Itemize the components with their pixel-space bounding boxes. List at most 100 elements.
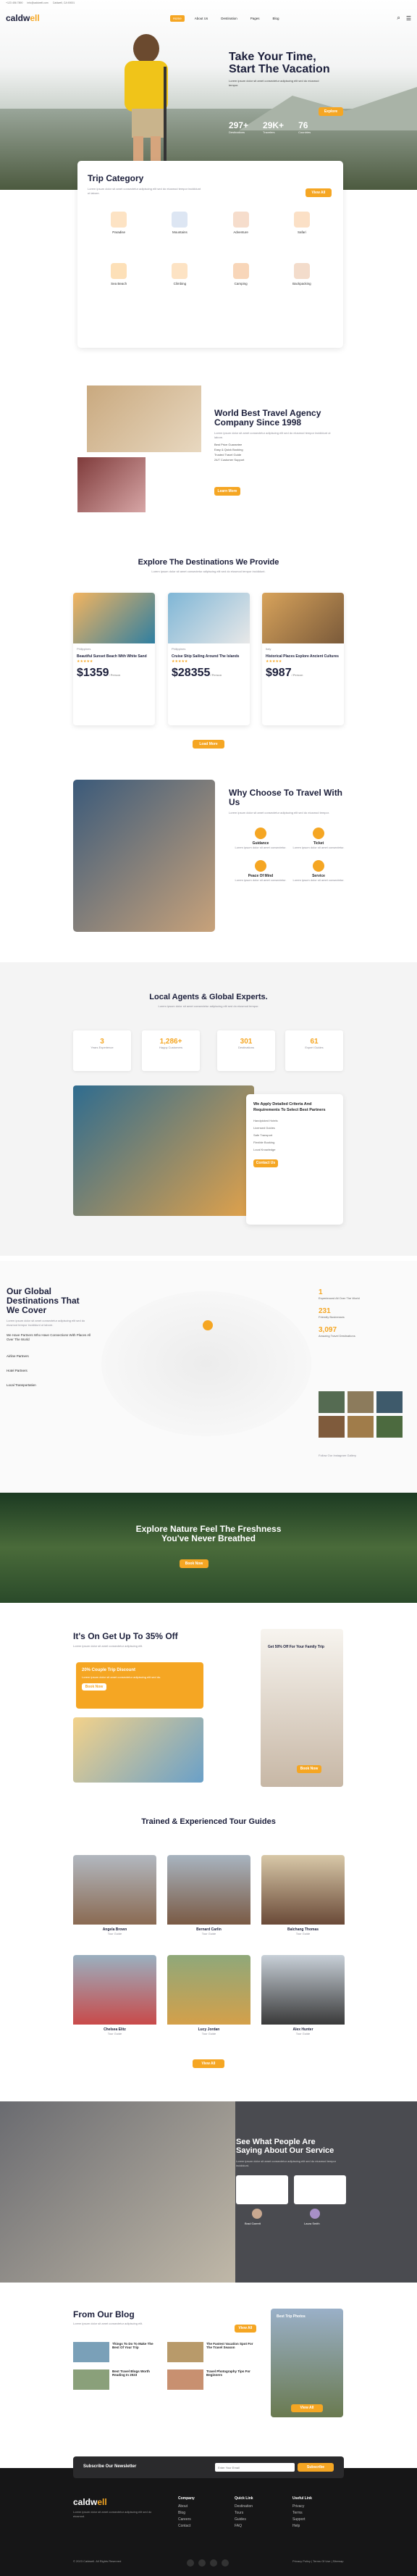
- rating-stars: ★★★★★: [77, 659, 93, 664]
- gallery-image[interactable]: [348, 1391, 374, 1413]
- footer-col-quick: Quick Link Destination Tours Guides FAQ: [235, 2496, 253, 2528]
- promo-button[interactable]: Book Now: [297, 1765, 321, 1773]
- agent-stat: 3 Years Experience: [73, 1030, 131, 1071]
- footer-col-useful: Useful Link Privacy Terms Support Help: [292, 2496, 312, 2528]
- gallery-image[interactable]: [376, 1391, 403, 1413]
- category-item[interactable]: Backpacking: [271, 263, 332, 285]
- blog-image: [167, 2342, 203, 2362]
- nav-about[interactable]: About Us: [192, 15, 211, 22]
- gallery-image[interactable]: [319, 1391, 345, 1413]
- gallery-image[interactable]: [376, 1416, 403, 1438]
- nature-book-button[interactable]: Book Now: [180, 1559, 208, 1568]
- footer-legal: Privacy Policy | Terms Of Use | Sitemap: [292, 2559, 344, 2563]
- blog-header: From Our Blog Lorem ipsum dolor sit amet…: [73, 2310, 143, 2326]
- logo[interactable]: caldwell: [6, 13, 40, 23]
- destination-price: $987/ Person: [266, 667, 303, 679]
- guide-card[interactable]: Bernard Carlin Tour Guide: [167, 1855, 250, 1942]
- category-item[interactable]: Camping: [211, 263, 271, 285]
- destination-image: [262, 593, 344, 643]
- destination-title: Beautiful Sunset Beach With White Sand: [77, 654, 147, 659]
- safari-icon: [293, 212, 310, 228]
- about-image-main: [87, 385, 201, 452]
- blog-post[interactable]: Best Travel Blogs Worth Reading In 2023: [73, 2369, 160, 2390]
- blog-side-card: Best Trip Photos: [271, 2309, 343, 2417]
- climbing-icon: [172, 263, 188, 279]
- copyright: © 2023 Caldwell. All Rights Reserved: [73, 2559, 122, 2563]
- hero-stat: 297+ Destinations: [229, 120, 249, 134]
- about-points: Best Price Guarantee Easy & Quick Bookin…: [214, 442, 337, 462]
- global-title: Our Global Destinations That We Cover: [7, 1286, 80, 1315]
- blog-title: From Our Blog: [73, 2309, 135, 2319]
- category-grid: Paradise Mountains Adventure Safari Sea …: [88, 212, 332, 285]
- guides-view-all-button[interactable]: View All: [193, 2059, 224, 2068]
- blog-side-title: Best Trip Photos: [277, 2314, 306, 2319]
- hero-content: Take Your Time, Start The Vacation Lorem…: [229, 51, 374, 88]
- nav-blog[interactable]: Blog: [270, 15, 282, 22]
- blog-post[interactable]: The Fastest Vacation Spot For The Travel…: [167, 2342, 254, 2362]
- newsletter-email-input[interactable]: [215, 2463, 295, 2472]
- destinations-text: Lorem ipsum dolor sit amet consectetur a…: [151, 570, 266, 573]
- service-icon: [313, 860, 324, 872]
- about-image-secondary: [75, 455, 148, 514]
- destination-card[interactable]: Italy Historical Places Explore Ancient …: [262, 593, 344, 725]
- destination-card[interactable]: Philippines Beautiful Sunset Beach With …: [73, 593, 155, 725]
- about-point: Best Price Guarantee: [214, 443, 243, 446]
- guide-card[interactable]: Alex Hunter Tour Guide: [261, 1955, 345, 2042]
- guide-card[interactable]: Balchang Thomas Tour Guide: [261, 1855, 345, 1942]
- blog-post[interactable]: Things To Do To Make The Best Of Your Tr…: [73, 2342, 160, 2362]
- category-item[interactable]: Sea Beach: [88, 263, 149, 285]
- offer-title: It's On Get Up To 35% Off: [73, 1631, 178, 1641]
- feature: Ticket Lorem ipsum dolor sit amet consect…: [290, 828, 348, 850]
- destination-title: Cruise Ship Sailing Around The Islands: [172, 654, 240, 659]
- twitter-icon[interactable]: [198, 2559, 206, 2567]
- feature: Guidance Lorem ipsum dolor sit amet conse…: [232, 828, 290, 850]
- category-item[interactable]: Safari: [271, 212, 332, 234]
- destinations-load-more-button[interactable]: Load More: [193, 740, 224, 749]
- category-item[interactable]: Adventure: [211, 212, 271, 234]
- nav-pages[interactable]: Pages: [248, 15, 263, 22]
- ticket-icon: [313, 828, 324, 839]
- gallery-image[interactable]: [319, 1416, 345, 1438]
- menu-icon[interactable]: ☰: [406, 15, 411, 22]
- nav-home[interactable]: Home: [169, 14, 185, 22]
- guide-photo: [261, 1955, 345, 2025]
- category-item[interactable]: Paradise: [88, 212, 149, 234]
- destination-image: [73, 593, 155, 643]
- hero-stats: 297+ Destinations 29K+ Travelers 76 Countri…: [229, 120, 311, 134]
- agents-contact-button[interactable]: Contact Us: [253, 1159, 278, 1167]
- category-item[interactable]: Mountains: [149, 212, 210, 234]
- guide-card[interactable]: Angela Brown Tour Guide: [73, 1855, 156, 1942]
- guide-photo: [73, 1855, 156, 1925]
- category-view-all-button[interactable]: View All: [306, 188, 332, 197]
- world-map: [101, 1291, 311, 1436]
- global-stats: 1 Experienced All Over The World 231 Frien…: [319, 1288, 360, 1338]
- hero-explore-button[interactable]: Explore: [319, 107, 343, 116]
- search-icon[interactable]: ⌕: [397, 14, 400, 22]
- destination-tag: Philippines: [77, 647, 91, 651]
- footer-logo[interactable]: caldwell: [73, 2497, 107, 2507]
- avatar: [310, 2209, 320, 2219]
- main-nav: Home About Us Destination Pages Blog: [169, 14, 282, 22]
- gallery-image[interactable]: [348, 1416, 374, 1438]
- guide-card[interactable]: Lucy Jordan Tour Guide: [167, 1955, 250, 2042]
- offer-card-button[interactable]: Book Now: [82, 1683, 106, 1691]
- category-item[interactable]: Climbing: [149, 263, 210, 285]
- youtube-icon[interactable]: [222, 2559, 229, 2567]
- feature: Peace Of Mind Lorem ipsum dolor sit amet …: [232, 860, 290, 883]
- footer-col-company: Company About Blog Careers Contact: [178, 2496, 195, 2528]
- guide-card[interactable]: Chelsea Elitz Tour Guide: [73, 1955, 156, 2042]
- destination-tag: Italy: [266, 647, 271, 651]
- why-features: Guidance Lorem ipsum dolor sit amet conse…: [232, 828, 348, 883]
- about-learn-more-button[interactable]: Learn More: [214, 487, 240, 496]
- blog-view-all-button[interactable]: View All: [235, 2325, 256, 2333]
- facebook-icon[interactable]: [187, 2559, 194, 2567]
- subscribe-button[interactable]: Subscribe: [298, 2463, 334, 2472]
- testimonial-name: Brad Garrett: [245, 2222, 261, 2225]
- blog-post[interactable]: Travel Photography Tips For Beginners: [167, 2369, 254, 2390]
- blog-side-button[interactable]: View All: [291, 2404, 323, 2412]
- destination-card[interactable]: Philippines Cruise Ship Sailing Around T…: [168, 593, 250, 725]
- instagram-icon[interactable]: [210, 2559, 217, 2567]
- agents-image: [73, 1085, 254, 1216]
- nav-destination[interactable]: Destination: [218, 15, 240, 22]
- offer-image: [73, 1717, 203, 1783]
